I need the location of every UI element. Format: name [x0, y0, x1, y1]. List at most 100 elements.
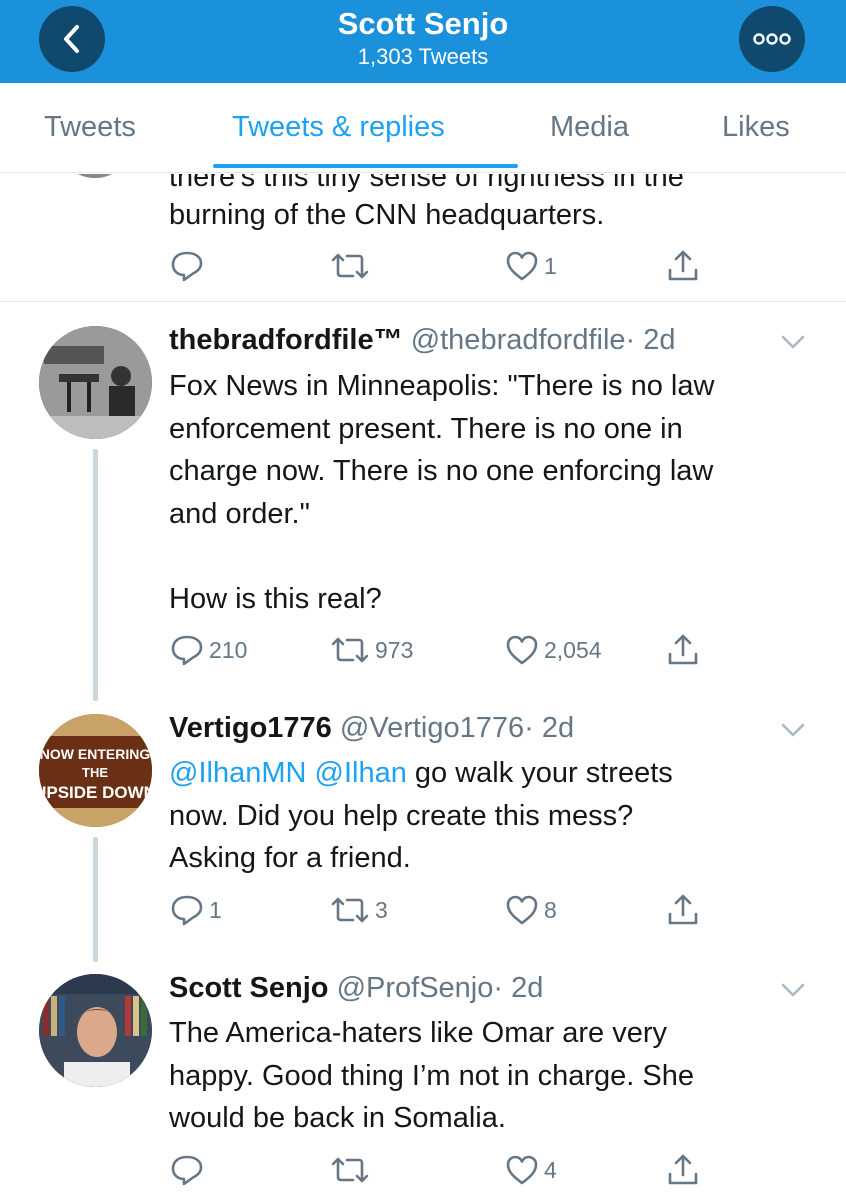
reply-button[interactable]	[169, 248, 205, 284]
tab-tweets[interactable]: Tweets	[44, 111, 136, 144]
share-icon	[668, 250, 698, 281]
thread-connector	[93, 837, 98, 962]
tweet-header: Scott Senjo @ProfSenjo· 2d	[169, 972, 543, 1005]
reply-icon	[171, 895, 203, 926]
chevron-down-icon[interactable]	[780, 722, 806, 738]
tweet-line: now. Did you help create this mess?	[169, 799, 634, 832]
like-button[interactable]: 4	[504, 1152, 557, 1188]
like-count: 2,054	[544, 636, 602, 663]
share-icon	[668, 1154, 698, 1185]
heart-icon	[506, 251, 538, 281]
retweet-icon	[331, 253, 369, 279]
chevron-down-icon[interactable]	[780, 982, 806, 998]
retweet-icon	[331, 897, 369, 923]
tweet-text: @IlhanMN @Ilhan go walk your streets now…	[169, 752, 809, 880]
tweet-line: How is this real?	[169, 582, 382, 615]
share-icon	[668, 894, 698, 925]
avatar[interactable]: NOW ENTERING THE UPSIDE DOWN	[39, 714, 152, 827]
share-button[interactable]	[665, 892, 701, 928]
reply-icon	[171, 251, 203, 282]
avatar-photo	[39, 326, 152, 439]
reply-button[interactable]	[169, 1152, 205, 1188]
mention-link[interactable]: @Ilhan	[315, 757, 407, 789]
share-button[interactable]	[665, 248, 701, 284]
retweet-button[interactable]: 973	[329, 632, 413, 668]
tweet-line: would be back in Somalia.	[169, 1102, 506, 1134]
tweet-text: Fox News in Minneapolis: "There is no la…	[169, 365, 809, 620]
like-count: 4	[544, 1156, 557, 1183]
reply-button[interactable]: 210	[169, 632, 247, 668]
profile-tabs: Tweets Tweets & replies Media Likes	[0, 83, 846, 173]
tab-tweets-and-replies[interactable]: Tweets & replies	[232, 111, 445, 144]
tweet-line: and order."	[169, 497, 310, 530]
username[interactable]: @thebradfordfile	[411, 324, 626, 356]
more-options-button[interactable]	[739, 6, 805, 72]
tab-likes[interactable]: Likes	[722, 111, 790, 144]
reply-icon	[171, 635, 203, 666]
reply-icon	[171, 1155, 203, 1186]
tweet-text: burning of the CNN headquarters.	[169, 199, 605, 231]
timestamp[interactable]: · 2d	[493, 972, 543, 1004]
avatar-sign-line: THE	[82, 765, 108, 780]
like-count: 8	[544, 896, 557, 923]
tweet-actions: 4	[169, 1152, 729, 1192]
avatar-photo: NOW ENTERING THE UPSIDE DOWN	[39, 714, 152, 827]
timeline[interactable]: there's this tiny sense of rightness in …	[0, 174, 846, 1200]
tweet-line: The America-haters like Omar are very	[169, 1017, 667, 1049]
tweet-line: Asking for a friend.	[169, 842, 411, 874]
more-icon	[753, 33, 791, 45]
like-button[interactable]: 8	[504, 892, 557, 928]
active-tab-indicator	[213, 164, 518, 168]
username[interactable]: @Vertigo1776	[340, 712, 524, 744]
tweet-actions: 1	[169, 248, 729, 288]
display-name[interactable]: Scott Senjo	[169, 972, 329, 1004]
heart-icon	[506, 635, 538, 665]
tweet-count: 1,303 Tweets	[357, 44, 489, 69]
profile-header: Scott Senjo 1,303 Tweets	[0, 0, 846, 83]
avatar-photo	[39, 974, 152, 1087]
tweet-line: happy. Good thing I’m not in charge. She	[169, 1059, 695, 1092]
timestamp[interactable]: · 2d	[524, 712, 574, 744]
display-name[interactable]: thebradfordfile™	[169, 324, 403, 356]
mention-link[interactable]: @IlhanMN	[169, 757, 306, 789]
timestamp[interactable]: · 2d	[626, 324, 676, 356]
tweet-line: enforcement present. There is no one in	[169, 412, 683, 445]
tweet-header: thebradfordfile™ @thebradfordfile· 2d	[169, 324, 676, 357]
share-icon	[668, 634, 698, 665]
like-count: 1	[544, 252, 557, 279]
like-button[interactable]: 1	[504, 248, 557, 284]
retweet-count: 3	[375, 896, 388, 923]
heart-icon	[506, 1155, 538, 1185]
profile-name: Scott Senjo	[337, 6, 509, 41]
retweet-icon	[331, 1157, 369, 1183]
display-name[interactable]: Vertigo1776	[169, 712, 332, 744]
heart-icon	[506, 895, 538, 925]
retweet-button[interactable]: 3	[329, 892, 388, 928]
tab-media[interactable]: Media	[550, 111, 629, 144]
tweet-actions: 1 3 8	[169, 892, 729, 932]
retweet-button[interactable]	[329, 248, 371, 284]
reply-button[interactable]: 1	[169, 892, 222, 928]
username[interactable]: @ProfSenjo	[337, 972, 494, 1004]
reply-count: 1	[209, 896, 222, 923]
retweet-count: 973	[375, 636, 414, 663]
avatar[interactable]	[39, 326, 152, 439]
share-button[interactable]	[665, 632, 701, 668]
avatar-sign-line: NOW ENTERING	[40, 746, 151, 762]
avatar[interactable]	[60, 174, 130, 178]
avatar[interactable]	[39, 974, 152, 1087]
like-button[interactable]: 2,054	[504, 632, 602, 668]
tweet-text: The America-haters like Omar are very ha…	[169, 1012, 809, 1140]
retweet-icon	[331, 637, 369, 663]
tweet-header: Vertigo1776 @Vertigo1776· 2d	[169, 712, 574, 745]
divider	[0, 301, 846, 302]
chevron-down-icon[interactable]	[780, 334, 806, 350]
tweet-line: Fox News in Minneapolis: "There is no la…	[169, 370, 715, 402]
tweet-actions: 210 973 2,054	[169, 632, 729, 672]
tweet-line-text: go walk your streets	[406, 757, 673, 789]
reply-count: 210	[209, 636, 248, 663]
tweet-line: @IlhanMN @Ilhan go walk your streets	[169, 752, 809, 795]
retweet-button[interactable]	[329, 1152, 371, 1188]
share-button[interactable]	[665, 1152, 701, 1188]
